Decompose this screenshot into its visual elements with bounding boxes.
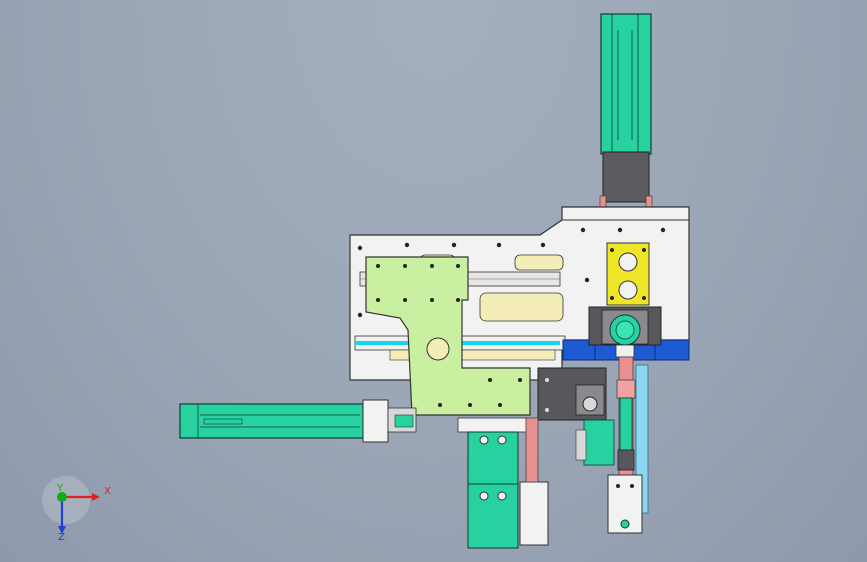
guide-rod[interactable] (615, 344, 636, 478)
coordinate-triad (42, 476, 100, 534)
yellow-mount[interactable] (606, 242, 650, 306)
assembly-model[interactable] (0, 0, 867, 562)
x-axis-label: X (104, 486, 111, 497)
gripper-cylinders[interactable] (457, 417, 643, 549)
vertical-motor[interactable] (599, 13, 653, 209)
cad-3d-viewport[interactable]: X Y Z (0, 0, 867, 562)
z-axis-label: Z (58, 532, 65, 543)
y-axis-label: Y (57, 483, 64, 494)
horizontal-cylinder[interactable] (179, 399, 417, 443)
bearing-block[interactable] (588, 306, 662, 346)
clamp-bracket[interactable] (537, 367, 607, 421)
